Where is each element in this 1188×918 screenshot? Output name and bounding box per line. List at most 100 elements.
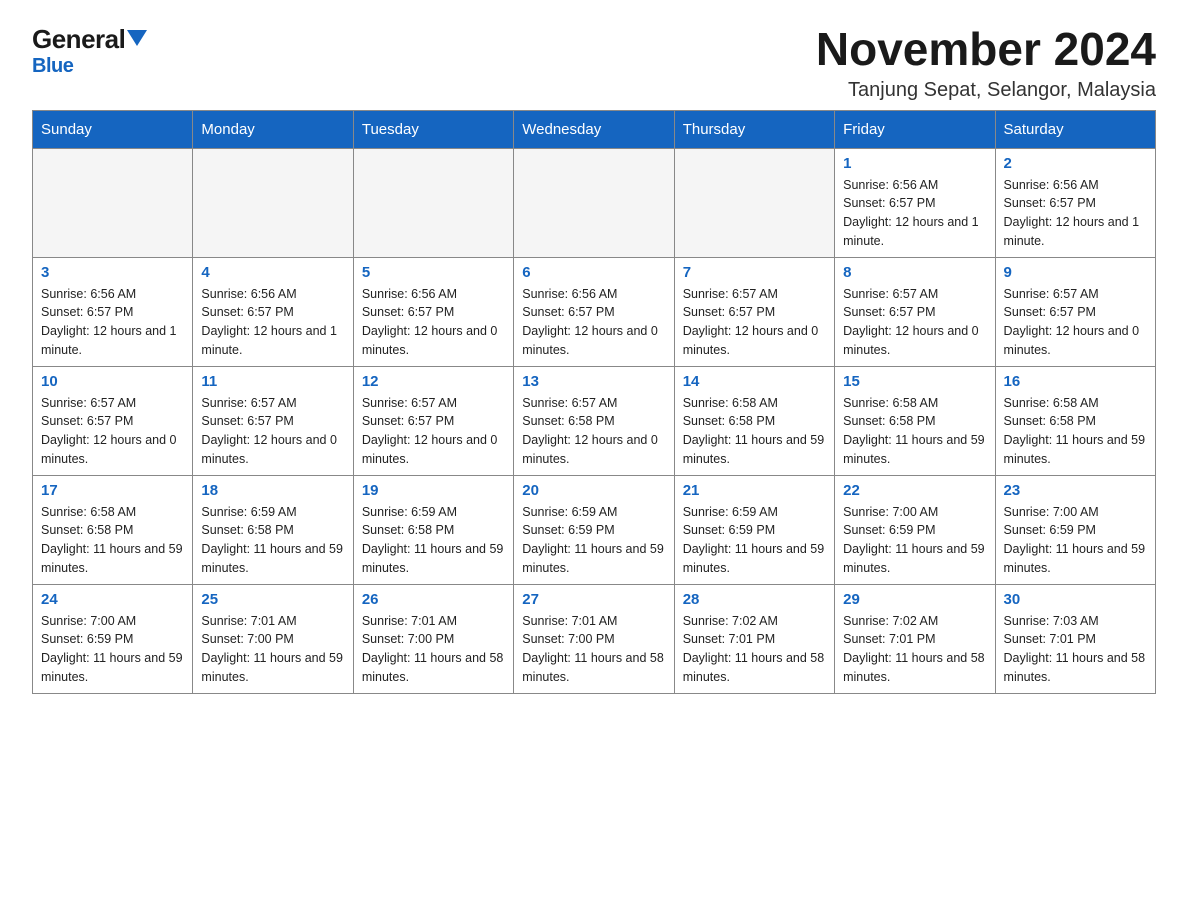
- column-header-friday: Friday: [835, 110, 995, 148]
- day-number: 4: [201, 264, 344, 281]
- calendar-cell: 13Sunrise: 6:57 AMSunset: 6:58 PMDayligh…: [514, 366, 674, 475]
- calendar-cell: 9 Sunrise: 6:57 AMSunset: 6:57 PMDaylight…: [995, 257, 1155, 366]
- column-header-tuesday: Tuesday: [353, 110, 513, 148]
- calendar-cell: 30 Sunrise: 7:03 AMSunset: 7:01 PMDayligh…: [995, 584, 1155, 693]
- calendar-cell: [674, 148, 834, 257]
- day-info: Sunrise: 6:57 AMSunset: 6:57 PMDaylight:…: [201, 394, 344, 469]
- location-title: Tanjung Sepat, Selangor, Malaysia: [816, 79, 1156, 102]
- day-number: 19: [362, 482, 505, 499]
- logo-triangle-icon: [127, 30, 147, 46]
- calendar-cell: [353, 148, 513, 257]
- day-number: 18: [201, 482, 344, 499]
- month-title: November 2024: [816, 24, 1156, 75]
- day-number: 8: [843, 264, 986, 281]
- day-number: 12: [362, 373, 505, 390]
- calendar-cell: 28Sunrise: 7:02 AMSunset: 7:01 PMDayligh…: [674, 584, 834, 693]
- column-header-sunday: Sunday: [33, 110, 193, 148]
- calendar-cell: 4 Sunrise: 6:56 AMSunset: 6:57 PMDaylight…: [193, 257, 353, 366]
- page-header: General Blue November 2024 Tanjung Sepat…: [32, 24, 1156, 102]
- day-info: Sunrise: 7:01 AMSunset: 7:00 PMDaylight:…: [362, 612, 505, 687]
- day-info: Sunrise: 6:57 AMSunset: 6:57 PMDaylight:…: [41, 394, 184, 469]
- day-info: Sunrise: 7:03 AMSunset: 7:01 PMDaylight:…: [1004, 612, 1147, 687]
- calendar-cell: 16Sunrise: 6:58 AMSunset: 6:58 PMDayligh…: [995, 366, 1155, 475]
- day-info: Sunrise: 6:57 AMSunset: 6:57 PMDaylight:…: [362, 394, 505, 469]
- day-number: 27: [522, 591, 665, 608]
- day-number: 26: [362, 591, 505, 608]
- calendar-week-row: 3 Sunrise: 6:56 AMSunset: 6:57 PMDaylight…: [33, 257, 1156, 366]
- calendar-cell: 21Sunrise: 6:59 AMSunset: 6:59 PMDayligh…: [674, 475, 834, 584]
- calendar-cell: 26 Sunrise: 7:01 AMSunset: 7:00 PMDayligh…: [353, 584, 513, 693]
- day-info: Sunrise: 6:59 AMSunset: 6:59 PMDaylight:…: [683, 503, 826, 578]
- day-info: Sunrise: 6:56 AMSunset: 6:57 PMDaylight:…: [1004, 176, 1147, 251]
- calendar-table: SundayMondayTuesdayWednesdayThursdayFrid…: [32, 110, 1156, 694]
- calendar-cell: 8 Sunrise: 6:57 AMSunset: 6:57 PMDaylight…: [835, 257, 995, 366]
- day-info: Sunrise: 7:02 AMSunset: 7:01 PMDaylight:…: [843, 612, 986, 687]
- day-number: 14: [683, 373, 826, 390]
- day-number: 20: [522, 482, 665, 499]
- column-header-wednesday: Wednesday: [514, 110, 674, 148]
- calendar-week-row: 17Sunrise: 6:58 AMSunset: 6:58 PMDayligh…: [33, 475, 1156, 584]
- day-number: 24: [41, 591, 184, 608]
- calendar-cell: 6Sunrise: 6:56 AMSunset: 6:57 PMDaylight…: [514, 257, 674, 366]
- day-info: Sunrise: 6:56 AMSunset: 6:57 PMDaylight:…: [41, 285, 184, 360]
- day-info: Sunrise: 6:56 AMSunset: 6:57 PMDaylight:…: [362, 285, 505, 360]
- day-number: 17: [41, 482, 184, 499]
- calendar-cell: 3 Sunrise: 6:56 AMSunset: 6:57 PMDaylight…: [33, 257, 193, 366]
- day-info: Sunrise: 7:01 AMSunset: 7:00 PMDaylight:…: [522, 612, 665, 687]
- day-info: Sunrise: 7:00 AMSunset: 6:59 PMDaylight:…: [1004, 503, 1147, 578]
- day-info: Sunrise: 6:56 AMSunset: 6:57 PMDaylight:…: [843, 176, 986, 251]
- day-info: Sunrise: 7:02 AMSunset: 7:01 PMDaylight:…: [683, 612, 826, 687]
- calendar-week-row: 24 Sunrise: 7:00 AMSunset: 6:59 PMDayligh…: [33, 584, 1156, 693]
- logo-general-text: General: [32, 24, 125, 55]
- day-number: 25: [201, 591, 344, 608]
- calendar-cell: [33, 148, 193, 257]
- day-number: 30: [1004, 591, 1147, 608]
- day-info: Sunrise: 6:57 AMSunset: 6:57 PMDaylight:…: [843, 285, 986, 360]
- calendar-week-row: 1Sunrise: 6:56 AMSunset: 6:57 PMDaylight…: [33, 148, 1156, 257]
- day-number: 29: [843, 591, 986, 608]
- day-number: 22: [843, 482, 986, 499]
- day-number: 7: [683, 264, 826, 281]
- calendar-cell: 7 Sunrise: 6:57 AMSunset: 6:57 PMDaylight…: [674, 257, 834, 366]
- logo: General Blue: [32, 24, 147, 78]
- day-info: Sunrise: 6:56 AMSunset: 6:57 PMDaylight:…: [201, 285, 344, 360]
- calendar-cell: 11 Sunrise: 6:57 AMSunset: 6:57 PMDayligh…: [193, 366, 353, 475]
- day-info: Sunrise: 6:59 AMSunset: 6:58 PMDaylight:…: [362, 503, 505, 578]
- calendar-cell: 22 Sunrise: 7:00 AMSunset: 6:59 PMDayligh…: [835, 475, 995, 584]
- day-info: Sunrise: 6:57 AMSunset: 6:57 PMDaylight:…: [1004, 285, 1147, 360]
- column-header-monday: Monday: [193, 110, 353, 148]
- calendar-cell: 27 Sunrise: 7:01 AMSunset: 7:00 PMDayligh…: [514, 584, 674, 693]
- column-header-thursday: Thursday: [674, 110, 834, 148]
- day-number: 11: [201, 373, 344, 390]
- day-info: Sunrise: 6:57 AMSunset: 6:57 PMDaylight:…: [683, 285, 826, 360]
- day-number: 10: [41, 373, 184, 390]
- calendar-cell: 23 Sunrise: 7:00 AMSunset: 6:59 PMDayligh…: [995, 475, 1155, 584]
- calendar-cell: 19 Sunrise: 6:59 AMSunset: 6:58 PMDayligh…: [353, 475, 513, 584]
- day-number: 15: [843, 373, 986, 390]
- day-number: 2: [1004, 155, 1147, 172]
- day-info: Sunrise: 6:59 AMSunset: 6:59 PMDaylight:…: [522, 503, 665, 578]
- title-section: November 2024 Tanjung Sepat, Selangor, M…: [816, 24, 1156, 102]
- calendar-cell: 2 Sunrise: 6:56 AMSunset: 6:57 PMDaylight…: [995, 148, 1155, 257]
- day-info: Sunrise: 6:56 AMSunset: 6:57 PMDaylight:…: [522, 285, 665, 360]
- calendar-week-row: 10 Sunrise: 6:57 AMSunset: 6:57 PMDayligh…: [33, 366, 1156, 475]
- day-info: Sunrise: 6:59 AMSunset: 6:58 PMDaylight:…: [201, 503, 344, 578]
- calendar-cell: 1Sunrise: 6:56 AMSunset: 6:57 PMDaylight…: [835, 148, 995, 257]
- calendar-cell: 24 Sunrise: 7:00 AMSunset: 6:59 PMDayligh…: [33, 584, 193, 693]
- calendar-cell: 25Sunrise: 7:01 AMSunset: 7:00 PMDayligh…: [193, 584, 353, 693]
- calendar-cell: 29 Sunrise: 7:02 AMSunset: 7:01 PMDayligh…: [835, 584, 995, 693]
- day-info: Sunrise: 6:58 AMSunset: 6:58 PMDaylight:…: [1004, 394, 1147, 469]
- day-number: 3: [41, 264, 184, 281]
- day-number: 23: [1004, 482, 1147, 499]
- calendar-cell: 14 Sunrise: 6:58 AMSunset: 6:58 PMDayligh…: [674, 366, 834, 475]
- day-info: Sunrise: 6:58 AMSunset: 6:58 PMDaylight:…: [683, 394, 826, 469]
- calendar-header-row: SundayMondayTuesdayWednesdayThursdayFrid…: [33, 110, 1156, 148]
- calendar-cell: [514, 148, 674, 257]
- day-number: 9: [1004, 264, 1147, 281]
- day-info: Sunrise: 6:57 AMSunset: 6:58 PMDaylight:…: [522, 394, 665, 469]
- calendar-cell: 18 Sunrise: 6:59 AMSunset: 6:58 PMDayligh…: [193, 475, 353, 584]
- day-info: Sunrise: 7:00 AMSunset: 6:59 PMDaylight:…: [41, 612, 184, 687]
- calendar-cell: 12 Sunrise: 6:57 AMSunset: 6:57 PMDayligh…: [353, 366, 513, 475]
- calendar-cell: 20 Sunrise: 6:59 AMSunset: 6:59 PMDayligh…: [514, 475, 674, 584]
- day-info: Sunrise: 7:00 AMSunset: 6:59 PMDaylight:…: [843, 503, 986, 578]
